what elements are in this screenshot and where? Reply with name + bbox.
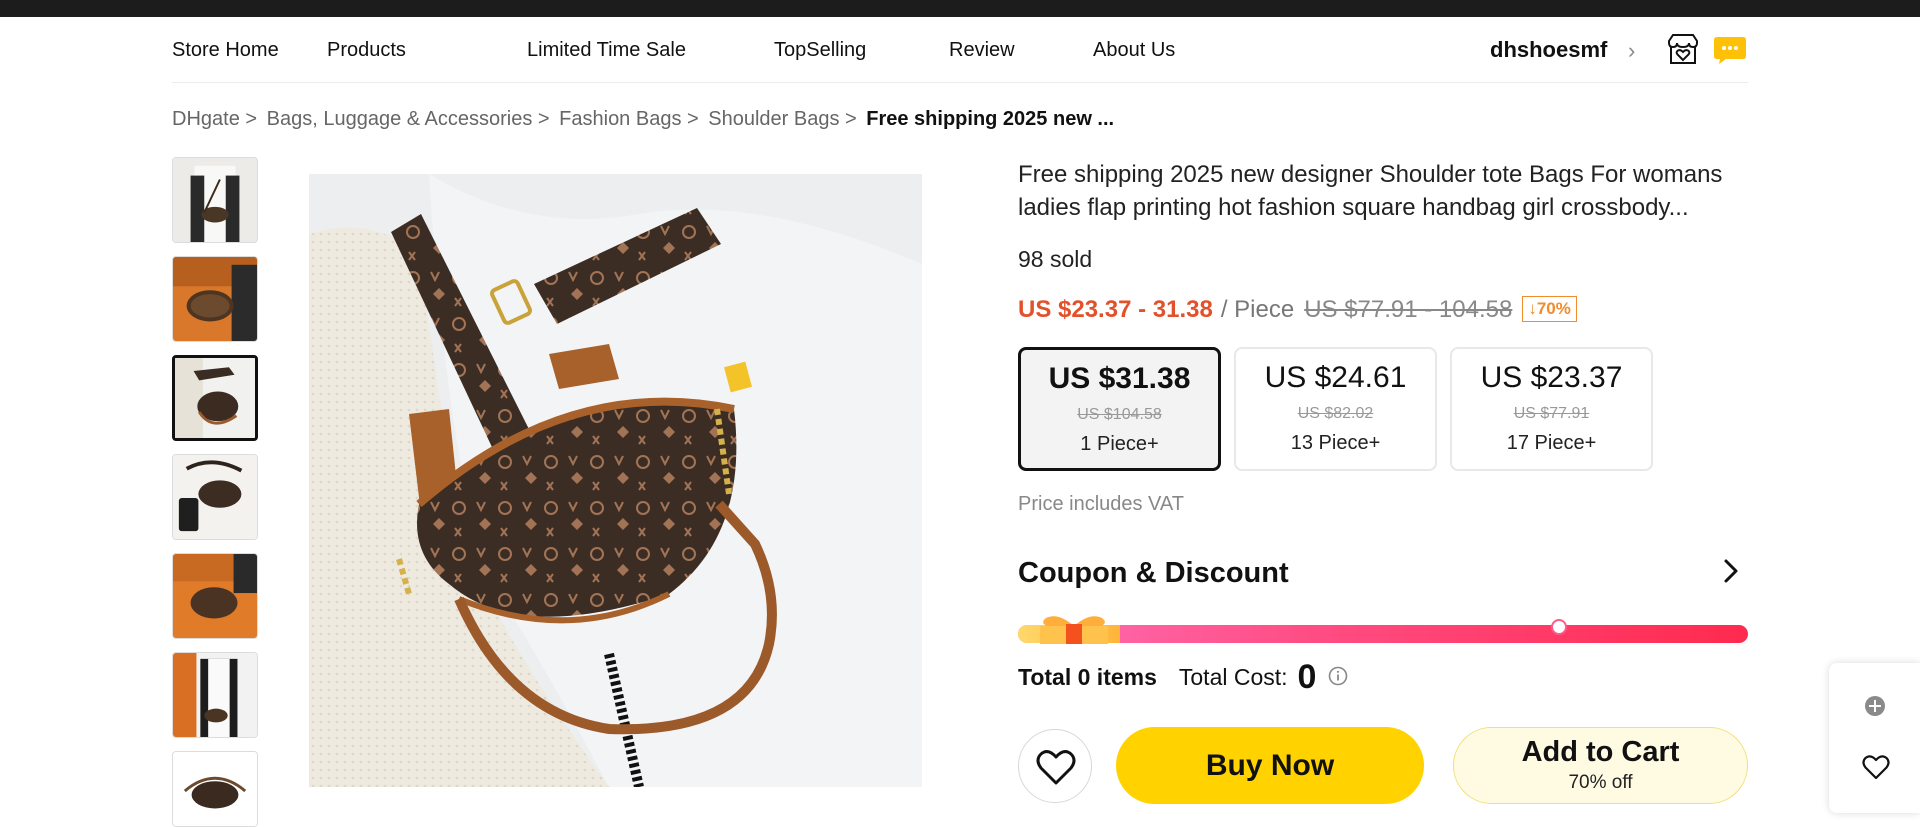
nav-products[interactable]: Products bbox=[327, 39, 406, 62]
wishlist-button[interactable] bbox=[1018, 729, 1092, 803]
original-price-range: US $77.91 - 104.58 bbox=[1304, 296, 1513, 323]
breadcrumb-shoulder-bags[interactable]: Shoulder Bags > bbox=[708, 108, 856, 130]
total-cost-value: 0 bbox=[1297, 658, 1317, 696]
chevron-right-icon: › bbox=[1628, 38, 1636, 63]
thumbnail-image bbox=[173, 752, 257, 826]
nav-about-us[interactable]: About Us bbox=[1093, 39, 1175, 62]
chevron-right-icon[interactable] bbox=[1718, 556, 1744, 586]
breadcrumb-bags-luggage[interactable]: Bags, Luggage & Accessories > bbox=[267, 108, 550, 130]
thumbnail-3[interactable] bbox=[172, 355, 258, 441]
thumbnail-4[interactable] bbox=[172, 454, 258, 540]
tier-price: US $23.37 bbox=[1480, 361, 1623, 394]
thumbnail-image bbox=[175, 358, 255, 438]
tier-original-price: US $104.58 bbox=[1077, 406, 1162, 423]
total-cost-label: Total Cost: bbox=[1178, 664, 1288, 690]
product-photo bbox=[309, 174, 922, 787]
thumbnail-image bbox=[173, 455, 257, 539]
breadcrumb-dhgate[interactable]: DHgate > bbox=[172, 108, 257, 130]
coupon-progress-marker bbox=[1551, 619, 1567, 635]
floating-side-panel bbox=[1829, 663, 1920, 813]
store-heart-icon[interactable] bbox=[1666, 33, 1700, 65]
totals-row: Total 0 items Total Cost: 0 bbox=[1018, 658, 1348, 698]
product-title: Free shipping 2025 new designer Shoulder… bbox=[1018, 161, 1723, 221]
breadcrumb: DHgate > Bags, Luggage & Accessories > F… bbox=[172, 108, 1118, 131]
tier-original-price: US $77.91 bbox=[1513, 405, 1590, 422]
tier-quantity: 13 Piece+ bbox=[1290, 432, 1381, 454]
add-to-cart-button[interactable]: Add to Cart 70% off bbox=[1453, 727, 1748, 804]
discount-badge: ↓70% bbox=[1522, 296, 1577, 322]
tier-original-price: US $82.02 bbox=[1297, 405, 1374, 422]
thumbnail-image bbox=[173, 554, 257, 638]
heart-icon bbox=[1036, 750, 1076, 785]
message-icon[interactable] bbox=[1713, 35, 1747, 65]
total-items: Total 0 items bbox=[1018, 664, 1157, 690]
add-to-cart-discount: 70% off bbox=[1568, 772, 1633, 793]
coupon-title[interactable]: Coupon & Discount bbox=[1018, 557, 1289, 590]
nav-review[interactable]: Review bbox=[949, 39, 1015, 62]
store-name-link[interactable]: dhshoesmf bbox=[1490, 37, 1607, 63]
top-black-bar bbox=[0, 0, 1920, 17]
plus-circle-icon[interactable] bbox=[1864, 695, 1886, 717]
breadcrumb-current: Free shipping 2025 new ... bbox=[866, 108, 1115, 130]
price-tier-3[interactable]: US $23.37 US $77.91 17 Piece+ bbox=[1450, 347, 1653, 471]
thumbnail-6[interactable] bbox=[172, 652, 258, 738]
thumbnail-image bbox=[173, 257, 257, 341]
tier-price: US $24.61 bbox=[1264, 361, 1407, 394]
nav-topselling[interactable]: TopSelling bbox=[774, 39, 866, 62]
nav-limited-time-sale[interactable]: Limited Time Sale bbox=[527, 39, 686, 62]
add-to-cart-label: Add to Cart bbox=[1521, 736, 1680, 768]
gift-icon bbox=[1040, 616, 1108, 644]
nav-store-home[interactable]: Store Home bbox=[172, 39, 279, 62]
tier-price: US $31.38 bbox=[1048, 362, 1191, 395]
heart-icon[interactable] bbox=[1862, 754, 1890, 780]
store-nav: Store Home Products Limited Time Sale To… bbox=[172, 17, 1748, 83]
breadcrumb-fashion-bags[interactable]: Fashion Bags > bbox=[559, 108, 699, 130]
thumbnail-image bbox=[173, 158, 257, 242]
vat-note: Price includes VAT bbox=[1018, 493, 1184, 515]
buy-now-button[interactable]: Buy Now bbox=[1116, 727, 1424, 804]
coupon-progress-bar bbox=[1018, 625, 1748, 643]
thumbnail-5[interactable] bbox=[172, 553, 258, 639]
thumbnail-image bbox=[173, 653, 257, 737]
price-row: US $23.37 - 31.38 / Piece US $77.91 - 104.… bbox=[1018, 296, 1577, 328]
thumbnail-7[interactable] bbox=[172, 751, 258, 827]
sold-count: 98 sold bbox=[1018, 246, 1093, 272]
tier-quantity: 17 Piece+ bbox=[1506, 432, 1597, 454]
price-tier-1[interactable]: US $31.38 US $104.58 1 Piece+ bbox=[1018, 347, 1221, 471]
price-unit: / Piece bbox=[1220, 296, 1295, 323]
thumbnail-1[interactable] bbox=[172, 157, 258, 243]
info-icon[interactable] bbox=[1328, 666, 1348, 686]
main-product-image[interactable] bbox=[309, 174, 922, 787]
price-tier-2[interactable]: US $24.61 US $82.02 13 Piece+ bbox=[1234, 347, 1437, 471]
thumbnail-2[interactable] bbox=[172, 256, 258, 342]
tier-quantity: 1 Piece+ bbox=[1080, 433, 1159, 455]
price-range: US $23.37 - 31.38 bbox=[1018, 296, 1213, 323]
